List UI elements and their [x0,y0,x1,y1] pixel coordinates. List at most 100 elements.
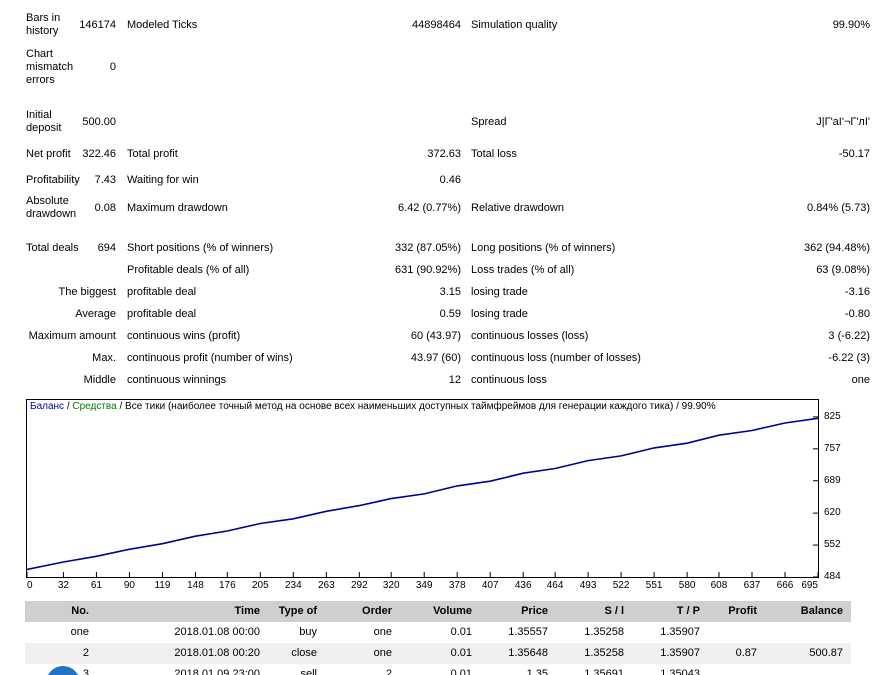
trades-cell: buy [268,622,325,643]
stats-value: 12 [330,374,461,387]
trades-cell: close [268,643,325,664]
stats-value: 63 (9.08%) [701,264,870,277]
stats-label: Total profit [116,148,330,161]
stats-label: Spread [461,116,701,129]
stats-col-left: Average [26,308,116,321]
x-axis-label: 176 [219,580,236,592]
trades-header-row: No.TimeType ofOrderVolumePriceS / lT / P… [25,601,851,622]
trades-row: one2018.01.08 00:00buyone0.011.355571.35… [25,622,851,643]
stats-value: 6.42 (0.77%) [330,202,461,215]
x-axis-label: 637 [744,580,761,592]
y-axis-label: 620 [824,507,841,519]
stats-label: Profitability [26,174,83,187]
stats-label: Relative drawdown [461,202,701,215]
stats-value: 372.63 [330,148,461,161]
stats-value: Ј|Г'аI'¬Г'лI' [701,116,870,129]
chart-svg [27,400,818,577]
stats-table-body: Bars in history146174Modeled Ticks448984… [26,12,886,391]
trades-header-cell: Price [480,601,556,622]
stats-value: 7.43 [95,174,116,187]
y-axis-label: 484 [824,571,841,583]
stats-col-left: Chart mismatch errors0 [26,48,116,87]
stats-label: continuous loss [461,374,701,387]
stats-value: Middle [84,374,116,387]
stats-col-left: Net profit322.46 [26,148,116,161]
stats-value: -3.16 [701,286,870,299]
x-axis-label: 205 [252,580,269,592]
stats-label: Total loss [461,148,701,161]
trades-cell: 1.35 [480,664,556,675]
stats-label: losing trade [461,286,701,299]
legend-equity-label: Средства [72,401,116,412]
stats-label: Long positions (% of winners) [461,242,701,255]
x-axis-label: 493 [580,580,597,592]
chart-plot-area: Баланс / Средства / Все тики (наиболее т… [26,399,819,578]
trades-cell: 2 [325,664,400,675]
trades-cell: 0.01 [400,664,480,675]
stats-label: Absolute drawdown [26,195,83,221]
stats-value: 146174 [79,19,116,32]
x-axis-label: 234 [285,580,302,592]
stats-label: Net profit [26,148,82,161]
trades-cell: 0.01 [400,622,480,643]
legend-separator: / [117,401,125,412]
trades-cell: 1.35648 [480,643,556,664]
stats-value: 694 [98,242,116,255]
stats-label: Total deals [26,242,83,255]
x-axis-label: 407 [482,580,499,592]
x-axis-label: 436 [515,580,532,592]
stats-value: 44898464 [330,19,461,32]
trades-header-cell: Order [325,601,400,622]
trades-cell: sell [268,664,325,675]
stats-col-left: Total deals 694 [26,242,116,255]
stats-value: Maximum amount [29,330,116,343]
trades-cell: 2018.01.08 00:00 [97,622,268,643]
trades-header-cell: Balance [765,601,851,622]
trades-header-cell: T / P [632,601,708,622]
stats-label: Simulation quality [461,19,701,32]
stats-value: The biggest [59,286,116,299]
trades-cell [765,622,851,643]
stats-value: -50.17 [701,148,870,161]
stats-row: Averageprofitable deal0.59losing trade-0… [26,303,886,325]
trades-cell: 1.35557 [480,622,556,643]
stats-label: Maximum drawdown [116,202,330,215]
stats-row: Absolute drawdown0.08Maximum drawdown6.4… [26,195,886,221]
x-axis-label: 32 [58,580,69,592]
trades-cell: 0.87 [708,643,765,664]
stats-value: Average [75,308,116,321]
stats-value: 332 (87.05%) [330,242,461,255]
stats-col-left: Middle [26,374,116,387]
x-axis-label: 119 [154,580,170,592]
stats-col-left: Maximum amount [26,330,116,343]
stats-value: one [701,374,870,387]
stats-label: continuous profit (number of wins) [116,352,330,365]
x-axis-label: 292 [351,580,368,592]
stats-col-left: Bars in history146174 [26,12,116,38]
x-axis-label: 522 [613,580,630,592]
strategy-tester-report-page: Bars in history146174Modeled Ticks448984… [0,0,886,675]
trades-table-body: one2018.01.08 00:00buyone0.011.355571.35… [25,622,851,675]
trades-cell: 2018.01.08 00:20 [97,643,268,664]
stats-value: Max. [92,352,116,365]
stats-row: Bars in history146174Modeled Ticks448984… [26,12,886,38]
stats-label: Bars in history [26,12,79,38]
chart-legend: Баланс / Средства / Все тики (наиболее т… [30,401,716,412]
stats-value: -0.80 [701,308,870,321]
x-axis-label: 61 [91,580,102,592]
x-axis-label: 148 [187,580,204,592]
stats-label: Short positions (% of winners) [116,242,330,255]
x-axis-label: 464 [547,580,564,592]
x-axis-label: 378 [449,580,466,592]
stats-row: Middlecontinuous winnings12continuous lo… [26,369,886,391]
trades-table: No.TimeType ofOrderVolumePriceS / lT / P… [25,601,851,675]
x-axis-label: 349 [416,580,433,592]
stats-row: Net profit322.46Total profit372.63Total … [26,143,886,165]
trades-row: 32018.01.09 23:00sell20.011.351.356911.3… [25,664,851,675]
trades-header-cell: S / l [556,601,632,622]
stats-value: 0 [110,61,116,74]
trades-cell [765,664,851,675]
trades-header-cell: Type of [268,601,325,622]
stats-row: Profitability7.43Waiting for win0.46 [26,169,886,191]
stats-col-left: Profitability 7.43 [26,174,116,187]
